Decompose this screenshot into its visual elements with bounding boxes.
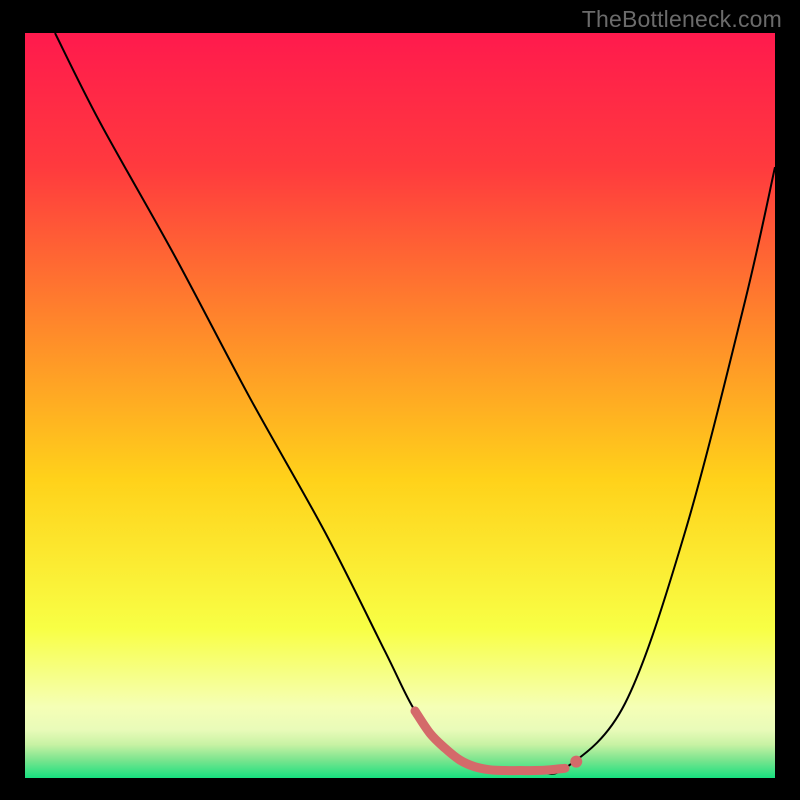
plot-svg: [25, 33, 775, 778]
plot-area: [25, 33, 775, 778]
attribution-label: TheBottleneck.com: [582, 6, 782, 33]
gradient-background: [25, 33, 775, 778]
chart-container: TheBottleneck.com: [0, 0, 800, 800]
marker-highlight-dot: [570, 756, 582, 768]
